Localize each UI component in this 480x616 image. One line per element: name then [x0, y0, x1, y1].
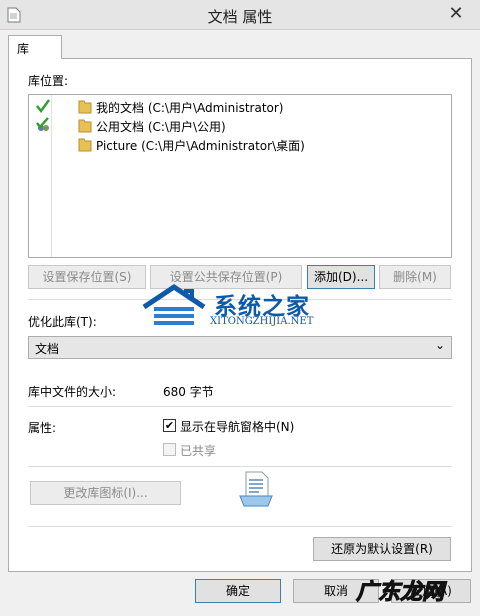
house-logo-icon	[142, 283, 206, 325]
optimize-selected-value: 文档	[35, 342, 60, 356]
watermark-logo: 系统之家 XITONGZHIJIA.NET	[140, 283, 345, 333]
list-item-label: Picture (C:\用户\Administrator\桌面)	[96, 139, 305, 153]
divider	[28, 526, 452, 527]
close-button[interactable]: ✕	[440, 4, 472, 24]
list-item[interactable]: 公用文档 (C:\用户\公用)	[29, 117, 449, 135]
list-item[interactable]: Picture (C:\用户\Administrator\桌面)	[29, 136, 449, 154]
ok-button[interactable]: 确定	[195, 579, 281, 603]
folder-icon	[78, 119, 92, 133]
change-library-icon-button[interactable]: 更改库图标(I)...	[30, 481, 181, 505]
chevron-down-icon: ⌄	[434, 338, 445, 352]
library-locations-list[interactable]: 我的文档 (C:\用户\Administrator) 公用文档 (C:\用户\公…	[28, 94, 452, 258]
watermark-site-url: XITONGZHIJIA.NET	[210, 316, 314, 327]
show-in-nav-label[interactable]: 显示在导航窗格中(N)	[180, 418, 294, 435]
divider	[28, 406, 452, 407]
size-value: 680 字节	[163, 385, 214, 399]
size-label: 库中文件的大小:	[28, 385, 117, 399]
show-in-nav-checkbox[interactable]: ✔	[163, 419, 176, 432]
title-bar: 文档 属性 ✕	[0, 0, 480, 30]
library-document-icon	[239, 471, 273, 507]
list-item-label: 公用文档 (C:\用户\公用)	[96, 120, 226, 134]
shared-check-icon	[36, 117, 49, 131]
folder-icon	[78, 100, 92, 114]
divider	[28, 466, 452, 467]
attributes-label: 属性:	[28, 421, 57, 435]
check-icon	[36, 99, 50, 113]
folder-icon	[78, 138, 92, 152]
window-title: 文档 属性	[207, 8, 273, 26]
shared-label: 已共享	[180, 444, 217, 458]
optimize-label: 优化此库(T):	[28, 315, 97, 329]
list-item-label: 我的文档 (C:\用户\Administrator)	[96, 101, 284, 115]
restore-defaults-button[interactable]: 还原为默认设置(R)	[313, 537, 451, 561]
shared-checkbox[interactable]	[163, 443, 176, 456]
optimize-select[interactable]: 文档 ⌄	[28, 336, 452, 359]
tab-library[interactable]: 库	[8, 35, 62, 59]
remove-button[interactable]: 删除(M)	[379, 265, 451, 289]
library-locations-label: 库位置:	[28, 74, 69, 88]
list-item[interactable]: 我的文档 (C:\用户\Administrator)	[29, 98, 449, 116]
set-save-location-button[interactable]: 设置保存位置(S)	[28, 265, 146, 289]
corner-watermark: 广东龙网	[355, 580, 444, 606]
